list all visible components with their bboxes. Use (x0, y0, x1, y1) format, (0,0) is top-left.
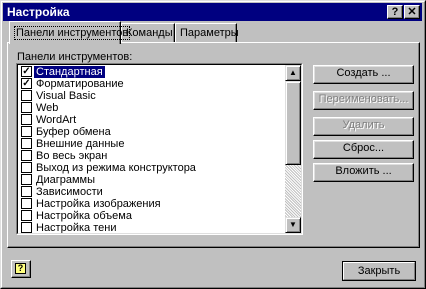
toolbar-list-item[interactable]: Во весь экран (20, 150, 286, 162)
toolbar-item-label: Стандартная (34, 66, 105, 78)
toolbar-list-item[interactable]: Настройка объема (20, 210, 286, 222)
toolbar-list-item[interactable]: Настройка тени (20, 222, 286, 234)
reset-button[interactable]: Сброс... (313, 140, 414, 159)
toolbar-item-label: Настройка объема (36, 210, 132, 222)
checkbox-unchecked-icon[interactable] (21, 222, 32, 233)
create-button[interactable]: Создать ... (313, 65, 414, 84)
toolbar-list-item[interactable]: WordArt (20, 114, 286, 126)
tab-options-label: Параметры (180, 27, 239, 39)
help-icon: ? (15, 263, 26, 274)
toolbar-item-label: Выход из режима конструктора (36, 162, 196, 174)
close-button[interactable]: Закрыть (342, 261, 416, 281)
delete-button[interactable]: Удалить (313, 117, 414, 136)
toolbar-list-item[interactable]: Внешние данные (20, 138, 286, 150)
toolbar-item-label: Форматирование (36, 78, 124, 90)
toolbar-item-label: WordArt (36, 114, 77, 126)
toolbar-list-item[interactable]: Выход из режима конструктора (20, 162, 286, 174)
list-scrollbar[interactable]: ▲ ▼ (285, 65, 301, 233)
toolbar-item-label: Visual Basic (36, 90, 96, 102)
toolbar-item-label: Диаграммы (36, 174, 95, 186)
checkbox-unchecked-icon[interactable] (21, 102, 32, 113)
toolbar-list-item[interactable]: Web (20, 102, 286, 114)
checkbox-unchecked-icon[interactable] (21, 150, 32, 161)
help-title-button[interactable]: ? (387, 5, 403, 19)
checkbox-checked-icon[interactable]: ✓ (21, 78, 32, 89)
toolbar-item-label: Зависимости (36, 186, 103, 198)
scroll-down-button[interactable]: ▼ (285, 217, 301, 233)
title-bar[interactable]: Настройка ? ✕ (3, 3, 422, 21)
checkbox-unchecked-icon[interactable] (21, 210, 32, 221)
toolbars-list-viewport: ▲ ▼ ✓ Стандартная ✓ Форматирование Visual Ba… (17, 64, 302, 234)
checkbox-unchecked-icon[interactable] (21, 126, 32, 137)
toolbar-list-item[interactable]: Диаграммы (20, 174, 286, 186)
checkbox-unchecked-icon[interactable] (21, 138, 32, 149)
close-button-label: Закрыть (343, 262, 415, 280)
dialog-title: Настройка (7, 5, 70, 19)
tab-commands-label: Команды (126, 27, 173, 39)
toolbar-item-label: Внешние данные (36, 138, 125, 150)
scroll-thumb[interactable] (285, 81, 301, 165)
checkbox-checked-icon[interactable]: ✓ (21, 66, 32, 77)
toolbar-list-item[interactable]: Visual Basic (20, 90, 286, 102)
toolbar-list-item[interactable]: Зависимости (20, 186, 286, 198)
toolbar-list-item[interactable]: ✓ Форматирование (20, 78, 286, 90)
checkbox-unchecked-icon[interactable] (21, 162, 32, 173)
toolbar-item-label: Буфер обмена (36, 126, 111, 138)
checkbox-unchecked-icon[interactable] (21, 174, 32, 185)
toolbars-listbox[interactable]: ▲ ▼ ✓ Стандартная ✓ Форматирование Visual Ba… (16, 63, 303, 235)
checkbox-unchecked-icon[interactable] (21, 90, 32, 101)
toolbar-item-label: Настройка изображения (36, 198, 161, 210)
close-title-button[interactable]: ✕ (404, 5, 420, 19)
toolbar-list-item[interactable]: ✓ Стандартная (20, 66, 286, 78)
toolbar-item-label: Web (36, 102, 59, 114)
toolbar-list-item[interactable]: Настройка изображения (20, 198, 286, 210)
scroll-up-button[interactable]: ▲ (285, 65, 301, 81)
toolbar-item-label: Настройка тени (36, 222, 117, 234)
attach-button[interactable]: Вложить ... (313, 163, 414, 182)
help-button[interactable]: ? (11, 260, 31, 278)
checkbox-unchecked-icon[interactable] (21, 186, 32, 197)
tab-toolbars[interactable]: Панели инструментов (9, 21, 131, 44)
checkbox-unchecked-icon[interactable] (21, 114, 32, 125)
customize-dialog: Настройка ? ✕ Панели инструментов Команд… (0, 0, 426, 289)
toolbar-item-label: Во весь экран (36, 150, 108, 162)
checkbox-unchecked-icon[interactable] (21, 198, 32, 209)
tab-toolbars-label: Панели инструментов (14, 26, 131, 40)
tab-options[interactable]: Параметры (175, 23, 239, 42)
rename-button[interactable]: Переименовать... (313, 91, 414, 110)
toolbar-list-item[interactable]: Буфер обмена (20, 126, 286, 138)
